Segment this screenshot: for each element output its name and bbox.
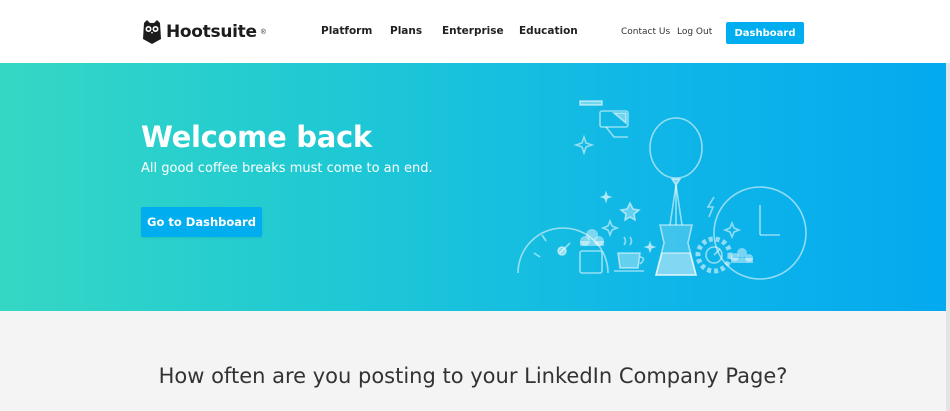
gear-icon: [695, 236, 733, 274]
balloon-icon: [649, 117, 703, 226]
welcome-hero: Welcome back All good coffee breaks must…: [0, 63, 950, 311]
log-out-link[interactable]: Log Out: [677, 27, 712, 37]
flask-icon: [654, 224, 698, 276]
hootsuite-logo[interactable]: Hootsuite ®: [142, 19, 266, 45]
nav-enterprise[interactable]: Enterprise: [442, 25, 504, 37]
cloud-icon: [580, 229, 604, 246]
go-to-dashboard-button[interactable]: Go to Dashboard: [141, 207, 262, 237]
contact-us-link[interactable]: Contact Us: [621, 27, 670, 37]
coffee-break-illustration: [517, 100, 807, 280]
survey-question: How often are you posting to your Linked…: [158, 364, 788, 388]
registered-mark: ®: [260, 28, 266, 36]
small-cloud-icon: [731, 248, 753, 263]
nav-platform[interactable]: Platform: [321, 25, 372, 37]
survey-section: How often are you posting to your Linked…: [0, 311, 950, 411]
nav-education[interactable]: Education: [519, 25, 578, 37]
drone-icon: [579, 100, 629, 138]
nav-plans[interactable]: Plans: [390, 25, 422, 37]
owl-icon: [143, 20, 161, 44]
page-scroll-gutter: [946, 63, 950, 311]
page-scroll-gutter-lower: [946, 311, 950, 411]
hero-subtitle: All good coffee breaks must come to an e…: [141, 161, 433, 176]
hero-title: Welcome back: [141, 120, 372, 154]
top-navigation-bar: Hootsuite ® Platform Plans Enterprise Ed…: [0, 0, 950, 63]
coffee-cup-icon: [614, 236, 645, 272]
brand-name: Hootsuite: [166, 22, 257, 42]
dashboard-button[interactable]: Dashboard: [726, 22, 804, 44]
